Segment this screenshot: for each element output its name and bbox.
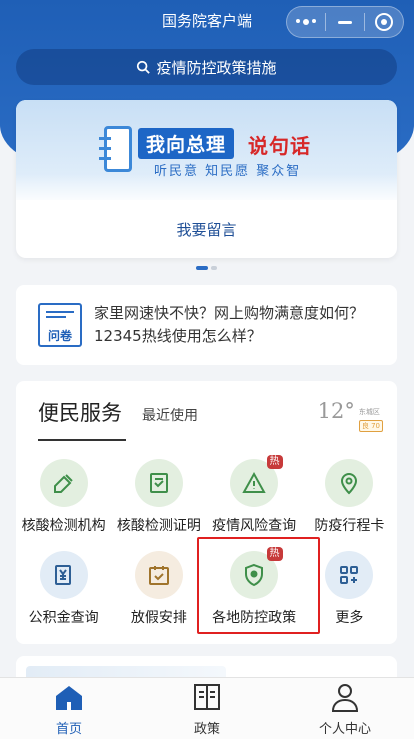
service-label: 放假安排 <box>130 610 187 626</box>
banner-image: 我向总理 说句话 听民意 知民愿 聚众智 <box>16 100 397 200</box>
tab-services[interactable]: 便民服务 <box>38 397 122 427</box>
leave-message-button[interactable]: 我要留言 <box>16 200 397 258</box>
service-housing-fund[interactable]: 公积金查询 <box>16 551 111 627</box>
yuan-doc-icon <box>54 565 71 585</box>
document-icon <box>99 126 132 172</box>
weather-temperature: 12° <box>317 399 355 423</box>
book-icon <box>194 684 220 710</box>
tab-home[interactable]: 首页 <box>0 678 138 739</box>
service-nucleic-test-sites[interactable]: 核酸检测机构 <box>16 459 111 535</box>
more-menu-button[interactable] <box>287 7 325 37</box>
close-button[interactable] <box>365 7 403 37</box>
services-panel: 便民服务 最近使用 12° 东城区 良 70 核酸检测机构 核酸检测证明 热 疫… <box>16 381 397 644</box>
questionnaire-icon: 问卷 <box>38 303 82 347</box>
user-icon <box>331 684 359 712</box>
active-tab-underline <box>38 439 126 441</box>
questionnaire-icon-label: 问卷 <box>47 329 72 343</box>
search-bar[interactable]: 疫情防控政策措施 <box>16 49 397 85</box>
search-icon <box>137 60 151 74</box>
service-label: 核酸检测机构 <box>21 518 106 534</box>
service-more[interactable]: 更多 <box>302 551 397 627</box>
tab-profile[interactable]: 个人中心 <box>276 678 414 739</box>
tab-label: 个人中心 <box>318 722 371 737</box>
service-label: 核酸检测证明 <box>116 518 201 534</box>
target-icon <box>375 13 393 31</box>
service-travel-card[interactable]: 防疫行程卡 <box>302 459 397 535</box>
service-risk-query[interactable]: 热 疫情风险查询 <box>207 455 302 535</box>
grid-more-icon <box>340 566 359 584</box>
service-holiday-schedule[interactable]: 放假安排 <box>111 551 206 627</box>
minimize-button[interactable] <box>326 7 364 37</box>
survey-card[interactable]: 问卷 家里网速快不快？网上购物满意度如何？12345热线使用怎么样？ <box>16 285 397 365</box>
tab-policy[interactable]: 政策 <box>138 678 276 739</box>
service-label: 公积金查询 <box>28 610 99 626</box>
tab-label: 首页 <box>55 722 82 737</box>
dropper-icon <box>53 474 73 493</box>
weather-location: 东城区 <box>358 408 380 416</box>
location-pin-icon <box>341 473 358 495</box>
hot-badge: 热 <box>266 455 283 469</box>
carousel-indicator <box>196 266 217 270</box>
mini-program-capsule <box>286 6 404 38</box>
banner-slogan-part1: 我向总理 <box>138 128 235 159</box>
shield-location-icon <box>245 563 264 587</box>
home-icon <box>56 686 82 710</box>
bottom-tab-bar: 首页 政策 个人中心 <box>0 677 414 739</box>
survey-text: 家里网速快不快？网上购物满意度如何？12345热线使用怎么样？ <box>94 304 365 345</box>
weather-widget[interactable]: 12° 东城区 良 70 <box>318 399 383 432</box>
tab-label: 政策 <box>193 722 220 737</box>
hot-badge: 热 <box>266 547 283 561</box>
search-placeholder: 疫情防控政策措施 <box>156 58 277 77</box>
warning-icon <box>242 471 266 493</box>
message-banner[interactable]: 我向总理 说句话 听民意 知民愿 聚众智 我要留言 <box>16 100 397 258</box>
service-label: 更多 <box>335 610 364 626</box>
certificate-icon <box>149 473 168 493</box>
service-label: 防疫行程卡 <box>314 518 385 534</box>
service-nucleic-test-certificate[interactable]: 核酸检测证明 <box>111 459 206 535</box>
service-local-policies[interactable]: 热 各地防控政策 <box>207 547 302 627</box>
minus-icon <box>338 20 352 24</box>
calendar-check-icon <box>148 566 169 585</box>
tab-recent[interactable]: 最近使用 <box>142 405 198 425</box>
more-dots-icon <box>296 19 316 25</box>
service-label: 疫情风险查询 <box>212 518 297 534</box>
service-label: 各地防控政策 <box>212 610 297 626</box>
service-grid: 核酸检测机构 核酸检测证明 热 疫情风险查询 防疫行程卡 公积金查询 放假安排 … <box>16 455 397 627</box>
weather-aqi-badge: 良 70 <box>358 420 383 432</box>
banner-slogan-part2: 说句话 <box>248 134 311 158</box>
